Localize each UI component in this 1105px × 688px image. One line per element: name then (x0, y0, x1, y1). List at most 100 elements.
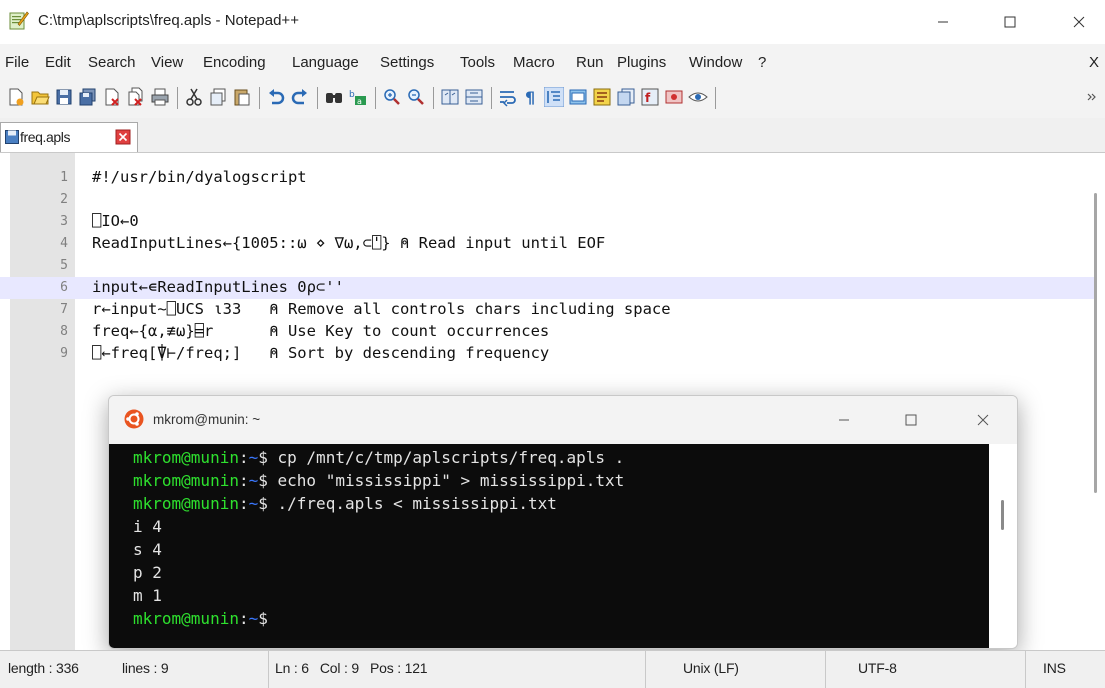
indent-guide-icon[interactable] (544, 87, 564, 107)
terminal-output[interactable]: mkrom@munin:~$ cp /mnt/c/tmp/aplscripts/… (109, 444, 989, 648)
overflow-icon[interactable] (1085, 87, 1099, 107)
menu-window[interactable]: Window (689, 54, 742, 71)
code-line[interactable]: 7 r←input~⎕UCS ⍳33 ⍝ Remove all controls … (0, 299, 1095, 321)
tab-freq-apls[interactable]: freq.apls (0, 122, 138, 152)
open-file-icon[interactable] (30, 87, 50, 107)
line-number: 8 (60, 324, 68, 339)
menu-run[interactable]: Run (576, 54, 604, 71)
maximize-icon (905, 414, 917, 426)
toolbar-separator (715, 87, 716, 109)
terminal-title: mkrom@munin: ~ (153, 412, 261, 427)
maximize-button[interactable] (988, 6, 1032, 38)
code-line[interactable]: 6 input←∊ReadInputLines 0⍴⊂'' (0, 277, 1095, 299)
toolbar-separator (491, 87, 492, 109)
prompt-user: mkrom@munin (133, 609, 239, 628)
code-line[interactable]: 9 ⎕←freq[⍒⊢/freq;] ⍝ Sort by descending f… (0, 343, 1095, 365)
word-wrap-icon[interactable] (498, 87, 518, 107)
code-line[interactable]: 8 freq←{⍺,≢⍵}⌸r ⍝ Use Key to count occurr… (0, 321, 1095, 343)
close-tab-icon[interactable] (115, 129, 131, 145)
prompt-separator: : (238, 448, 249, 467)
prompt-separator: : (238, 609, 249, 628)
terminal-maximize-button[interactable] (889, 404, 933, 436)
eye-icon[interactable] (688, 87, 708, 107)
terminal-scroll-thumb[interactable] (1001, 500, 1004, 530)
code-line[interactable]: 3 ⎕IO←0 (0, 211, 1095, 233)
minimize-icon (839, 419, 849, 421)
prompt-separator: : (238, 494, 249, 513)
replace-icon[interactable]: ba (348, 87, 368, 107)
menu-view[interactable]: View (151, 54, 183, 71)
find-icon[interactable] (324, 87, 344, 107)
toolbar-separator (317, 87, 318, 109)
notepad-app-icon (9, 11, 29, 30)
menu-close-doc[interactable]: X (1089, 54, 1099, 71)
terminal-text: ./freq.apls < mississippi.txt (267, 494, 557, 513)
cut-icon[interactable] (184, 87, 204, 107)
svg-text:a: a (357, 97, 362, 106)
record-macro-icon[interactable] (664, 87, 684, 107)
status-encoding: UTF-8 (825, 651, 1026, 688)
window-title: C:\tmp\aplscripts\freq.apls - Notepad++ (38, 12, 299, 29)
status-length: length : 336 (8, 660, 79, 676)
close-all-icon[interactable] (126, 87, 146, 107)
status-ins-mode: INS (1043, 660, 1066, 676)
tab-bar: freq.apls (0, 118, 1105, 152)
code-text: ⎕IO←0 (92, 212, 139, 230)
toolbar-separator (177, 87, 178, 109)
minimize-icon (938, 21, 948, 23)
menu-edit[interactable]: Edit (45, 54, 71, 71)
menu-tools[interactable]: Tools (460, 54, 495, 71)
sync-vertical-icon[interactable] (440, 87, 460, 107)
folder-workspace-icon[interactable] (616, 87, 636, 107)
line-number: 3 (60, 214, 68, 229)
editor-scrollbar[interactable] (1094, 193, 1097, 493)
terminal-line: m 1 (133, 586, 162, 608)
line-number: 9 (60, 346, 68, 361)
close-icon[interactable] (102, 87, 122, 107)
undo-icon[interactable] (266, 87, 286, 107)
terminal-minimize-button[interactable] (822, 404, 866, 436)
terminal-scrollbar[interactable] (989, 444, 1017, 648)
prompt-path: ~ (248, 609, 259, 628)
redo-icon[interactable] (290, 87, 310, 107)
line-number: 4 (60, 236, 68, 251)
print-icon[interactable] (150, 87, 170, 107)
terminal-line: i 4 (133, 517, 162, 539)
code-line[interactable]: 5 (0, 255, 1095, 277)
prompt-path: ~ (248, 471, 259, 490)
sync-horizontal-icon[interactable] (464, 87, 484, 107)
menu-encoding[interactable]: Encoding (203, 54, 266, 71)
code-line[interactable]: 1 #!/usr/bin/dyalogscript (0, 167, 1095, 189)
prompt-user: mkrom@munin (133, 448, 239, 467)
terminal-text: p 2 (133, 563, 162, 582)
save-icon[interactable] (54, 87, 74, 107)
menu-settings[interactable]: Settings (380, 54, 434, 71)
new-file-icon[interactable] (6, 87, 26, 107)
menu-language[interactable]: Language (292, 54, 359, 71)
copy-icon[interactable] (208, 87, 228, 107)
menu-plugins[interactable]: Plugins (617, 54, 666, 71)
function-list-icon[interactable] (592, 87, 612, 107)
code-line[interactable]: 4 ReadInputLines←{1005::⍵ ⋄ ∇⍵,⊂⍞} ⍝ Read… (0, 233, 1095, 255)
code-line[interactable]: 2 (0, 189, 1095, 211)
menu-search[interactable]: Search (88, 54, 136, 71)
menu-help[interactable]: ? (758, 54, 766, 71)
menu-file[interactable]: File (5, 54, 29, 71)
save-all-icon[interactable] (78, 87, 98, 107)
menu-macro[interactable]: Macro (513, 54, 555, 71)
save-icon (5, 130, 19, 144)
paste-icon[interactable] (232, 87, 252, 107)
zoom-in-icon[interactable] (382, 87, 402, 107)
document-map-icon[interactable] (568, 87, 588, 107)
toolbar-separator (259, 87, 260, 109)
terminal-text: i 4 (133, 517, 162, 536)
terminal-close-button[interactable] (961, 404, 1005, 436)
monitor-icon[interactable]: f (640, 87, 660, 107)
show-all-chars-icon[interactable]: ¶ (520, 87, 540, 107)
prompt-symbol: $ (258, 448, 268, 467)
tab-label: freq.apls (20, 129, 71, 145)
minimize-button[interactable] (921, 6, 965, 38)
line-number: 1 (60, 170, 68, 185)
close-window-button[interactable] (1057, 6, 1101, 38)
zoom-out-icon[interactable] (406, 87, 426, 107)
